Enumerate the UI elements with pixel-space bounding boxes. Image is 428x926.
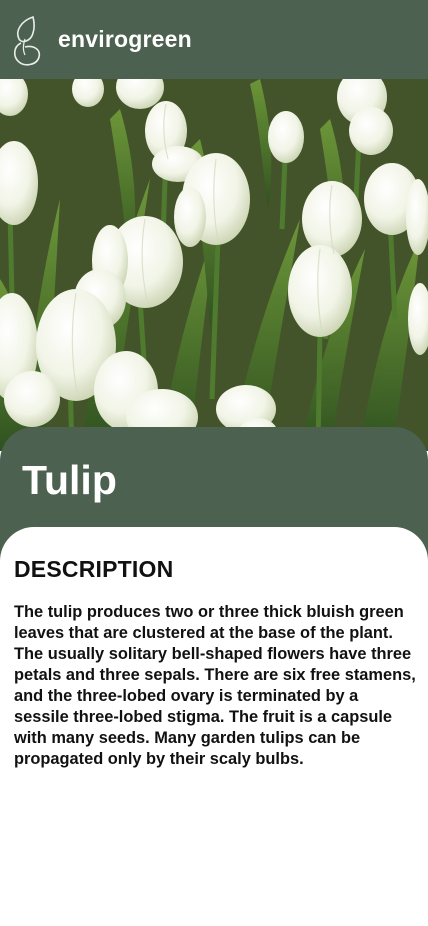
description-card: DESCRIPTION The tulip produces two or th… [0,527,428,926]
app-title: envirogreen [58,26,192,52]
plant-name: Tulip [22,457,117,503]
plant-photo [0,79,428,451]
description-heading: DESCRIPTION [14,556,174,582]
tulip-photo-illustration [0,79,428,451]
leaf-logo-icon[interactable] [11,15,43,69]
app-header: envirogreen [0,0,428,79]
app-screen: envirogreen Tulip DESCRIPTION The tulip … [0,0,428,926]
description-text: The tulip produces two or three thick bl… [14,603,416,768]
